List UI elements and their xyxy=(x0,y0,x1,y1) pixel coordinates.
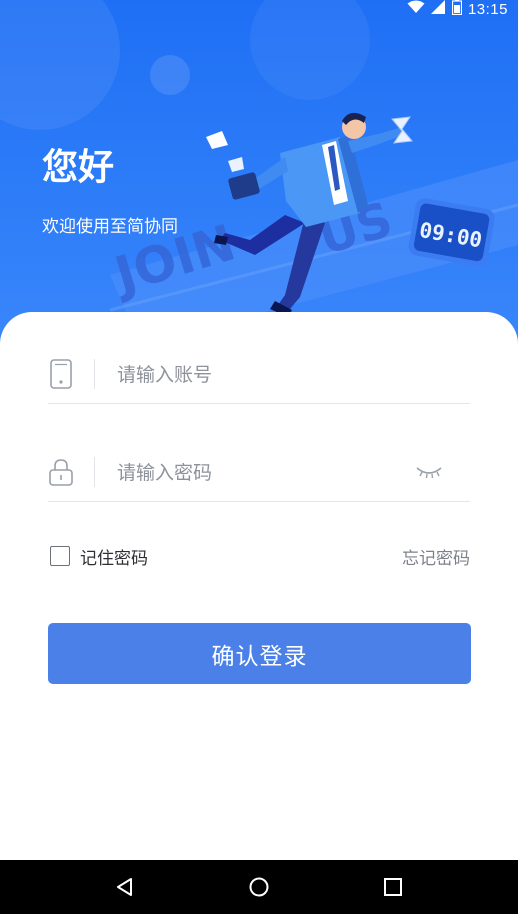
phone-icon xyxy=(48,358,74,389)
status-bar: 13:15 xyxy=(0,0,518,18)
recents-icon[interactable] xyxy=(373,867,413,907)
greeting-title: 您好 xyxy=(42,147,115,188)
signal-icon xyxy=(430,0,446,18)
login-screen: 13:15 您好 欢迎使用至简协同 JOIN US 09:00 请输入账号 请输… xyxy=(0,0,518,914)
join-us-illustration: JOIN US 09:00 xyxy=(110,112,518,325)
field-divider xyxy=(94,456,95,487)
remember-row: 记住密码 忘记密码 xyxy=(48,544,470,569)
navigation-bar xyxy=(0,860,518,914)
hero-banner: 13:15 您好 欢迎使用至简协同 JOIN US 09:00 xyxy=(0,0,518,345)
wifi-icon xyxy=(407,0,425,18)
remember-checkbox[interactable] xyxy=(50,546,70,566)
password-input[interactable]: 请输入密码 xyxy=(117,458,414,485)
login-button[interactable]: 确认登录 xyxy=(48,623,471,684)
field-divider xyxy=(94,358,95,389)
status-time: 13:15 xyxy=(467,0,508,18)
back-icon[interactable] xyxy=(105,867,145,907)
account-input[interactable]: 请输入账号 xyxy=(117,360,470,387)
eye-closed-icon[interactable] xyxy=(414,462,444,482)
battery-icon xyxy=(451,0,463,19)
forgot-password-link[interactable]: 忘记密码 xyxy=(402,544,470,569)
password-field[interactable]: 请输入密码 xyxy=(48,442,470,502)
account-field[interactable]: 请输入账号 xyxy=(48,344,470,404)
lock-icon xyxy=(48,457,74,487)
login-card: 请输入账号 请输入密码 记住密码 忘记密码 确认登录 xyxy=(0,312,518,860)
home-icon[interactable] xyxy=(239,867,279,907)
remember-label[interactable]: 记住密码 xyxy=(80,544,148,569)
